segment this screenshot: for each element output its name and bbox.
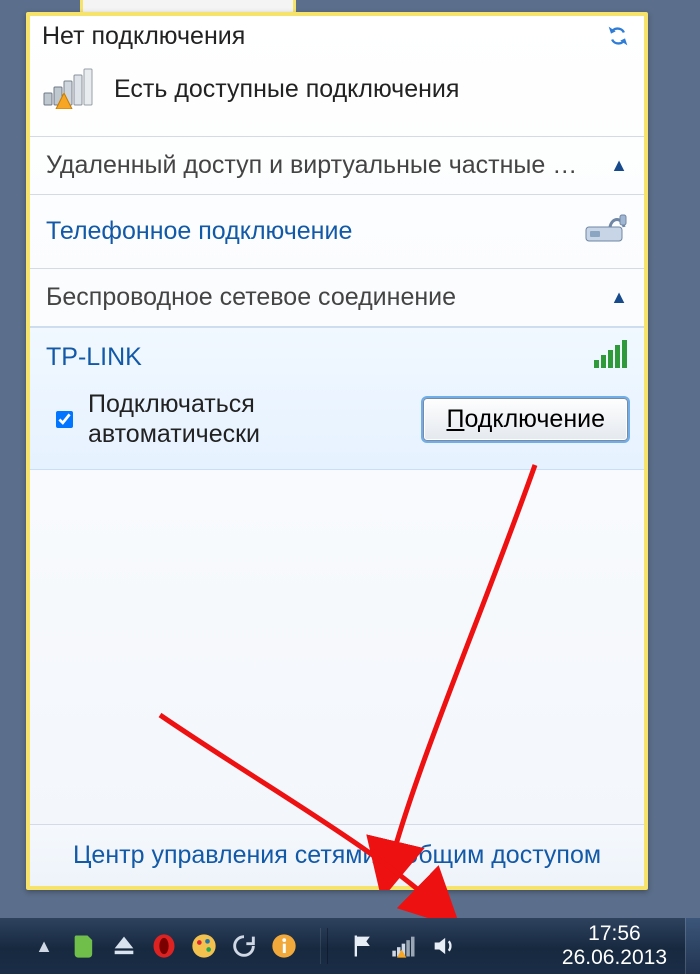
taskbar-clock[interactable]: 17:56 26.06.2013 [562, 922, 667, 970]
tray-up-icon[interactable]: ▲ [30, 932, 58, 960]
tray-separator [320, 928, 328, 964]
network-center-link[interactable]: Центр управления сетями и общим доступом [73, 841, 601, 869]
section-vpn-label: Удаленный доступ и виртуальные частные с… [46, 151, 586, 180]
tray-icons: ▲ [30, 928, 458, 964]
volume-icon[interactable] [430, 932, 458, 960]
opera-icon[interactable] [150, 932, 178, 960]
evernote-icon[interactable] [70, 932, 98, 960]
network-flyout: Нет подключения Есть доступные подключен… [26, 12, 648, 890]
wifi-ssid: TP-LINK [46, 343, 142, 372]
chevron-up-icon: ▲ [610, 287, 628, 308]
sync-icon[interactable] [230, 932, 258, 960]
auto-connect-checkbox[interactable] [56, 411, 73, 428]
flyout-spacer [30, 470, 644, 824]
available-text: Есть доступные подключения [114, 75, 459, 104]
clock-date: 26.06.2013 [562, 946, 667, 970]
clock-time: 17:56 [562, 922, 667, 946]
wifi-network-selected[interactable]: TP-LINK Подключаться автом [30, 327, 644, 470]
signal-bars-alert-icon [42, 65, 98, 114]
flyout-footer: Центр управления сетями и общим доступом [30, 824, 644, 886]
flag-icon[interactable] [350, 932, 378, 960]
palette-icon[interactable] [190, 932, 218, 960]
network-tray-icon[interactable] [390, 932, 418, 960]
eject-icon[interactable] [110, 932, 138, 960]
signal-strength-icon [594, 340, 628, 375]
available-row: Есть доступные подключения [30, 55, 644, 137]
flyout-title: Нет подключения [42, 22, 245, 51]
auto-connect-label: Подключаться автоматически [88, 389, 260, 449]
connect-button[interactable]: Подключение [423, 398, 628, 441]
section-wireless[interactable]: Беспроводное сетевое соединение ▲ [30, 269, 644, 327]
auto-connect-checkbox-wrap[interactable]: Подключаться автоматически [52, 389, 260, 449]
modem-icon [582, 209, 628, 254]
refresh-icon[interactable] [604, 22, 632, 55]
dialup-item[interactable]: Телефонное подключение [30, 195, 644, 269]
chevron-up-icon: ▲ [610, 155, 628, 176]
info-icon[interactable] [270, 932, 298, 960]
dialup-label: Телефонное подключение [46, 217, 352, 246]
taskbar: ▲ 17:56 26.06.2013 [0, 918, 700, 974]
section-vpn[interactable]: Удаленный доступ и виртуальные частные с… [30, 137, 644, 195]
show-desktop-button[interactable] [685, 918, 700, 974]
section-wireless-label: Беспроводное сетевое соединение [46, 283, 456, 312]
